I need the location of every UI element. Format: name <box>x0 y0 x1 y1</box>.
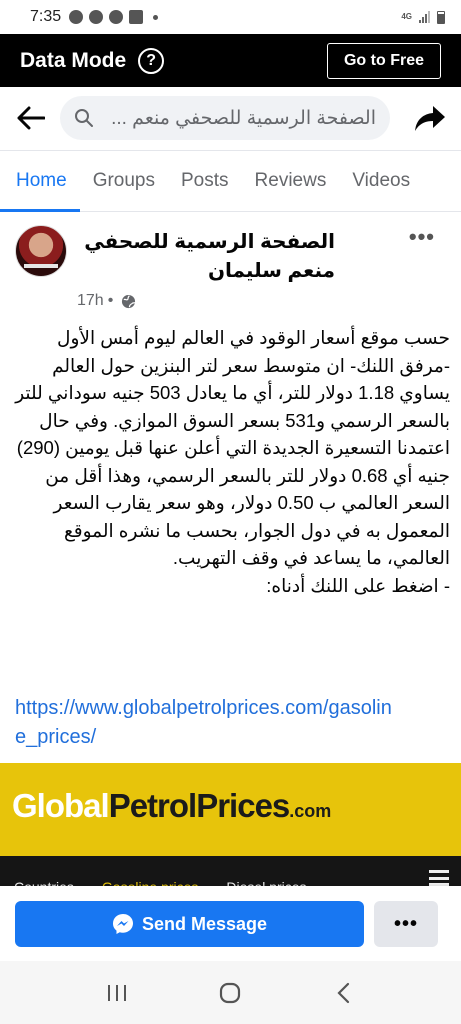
notification-icon <box>69 10 84 24</box>
search-header: الصفحة الرسمية للصحفي منعم ... <box>0 87 461 149</box>
post-author[interactable]: الصفحة الرسمية للصحفي منعم سليمان <box>75 228 335 286</box>
post-cta: - اضغط على اللنك أدناه: <box>266 574 450 596</box>
messenger-icon <box>112 914 133 934</box>
meta-separator: • <box>107 292 114 309</box>
data-mode-bar: Data Mode ? Go to Free <box>0 34 461 87</box>
action-bar: Send Message ••• <box>0 886 461 961</box>
send-message-button[interactable]: Send Message <box>15 901 364 947</box>
status-time: 7:35 <box>30 8 62 25</box>
back-chevron-icon[interactable] <box>324 973 364 1013</box>
avatar[interactable] <box>15 225 67 277</box>
more-actions-button[interactable]: ••• <box>374 901 438 947</box>
hamburger-icon <box>429 870 449 886</box>
post-link[interactable]: https://www.globalpetrolprices.com/gasol… <box>15 694 395 752</box>
preview-logo: GlobalPetrolPrices.com <box>12 787 331 825</box>
app-notification-icon <box>109 10 124 24</box>
recents-icon[interactable] <box>97 973 137 1013</box>
tab-reviews[interactable]: Reviews <box>242 151 340 211</box>
system-nav-bar <box>0 961 461 1024</box>
tab-posts[interactable]: Posts <box>168 151 242 211</box>
page-tabs: Home Groups Posts Reviews Videos <box>0 150 461 212</box>
back-arrow-icon[interactable] <box>14 101 48 135</box>
status-bar: 7:35 4G <box>0 0 461 34</box>
network-type: 4G <box>401 12 412 21</box>
post-time[interactable]: 17h <box>77 292 104 310</box>
post-header: الصفحة الرسمية للصحفي منعم سليمان ••• 17… <box>0 212 461 318</box>
more-notifications-icon <box>153 14 159 20</box>
send-message-label: Send Message <box>141 913 268 934</box>
search-input[interactable]: الصفحة الرسمية للصحفي منعم ... <box>60 96 390 140</box>
post-body: حسب موقع أسعار الوقود في العالم ليوم أمس… <box>14 324 450 599</box>
post-text: حسب موقع أسعار الوقود في العالم ليوم أمس… <box>15 327 450 568</box>
logo-part-global: Global <box>12 787 110 824</box>
go-to-free-button[interactable]: Go to Free <box>326 42 441 79</box>
battery-icon <box>437 10 445 24</box>
signal-icon <box>419 11 430 23</box>
help-icon[interactable]: ? <box>138 47 165 74</box>
post-meta: 17h • <box>77 292 136 310</box>
home-circle-icon[interactable] <box>210 973 250 1013</box>
link-preview[interactable]: GlobalPetrolPrices.com Countries Gasolin… <box>0 763 461 903</box>
messenger-notification-icon <box>89 10 104 24</box>
logo-part-com: .com <box>289 801 332 821</box>
status-system-icons: 4G <box>401 10 445 24</box>
share-icon[interactable] <box>413 101 447 135</box>
tab-groups[interactable]: Groups <box>80 151 168 211</box>
status-notification-icons <box>69 10 159 24</box>
tab-home[interactable]: Home <box>0 151 80 212</box>
post-more-button[interactable]: ••• <box>409 224 435 250</box>
logo-part-petrolprices: PetrolPrices <box>108 787 291 824</box>
post: الصفحة الرسمية للصحفي منعم سليمان ••• 17… <box>0 212 461 748</box>
data-mode-title: Data Mode <box>20 48 127 72</box>
globe-icon <box>122 294 136 308</box>
search-query: الصفحة الرسمية للصحفي منعم ... <box>111 107 376 129</box>
tab-videos[interactable]: Videos <box>339 151 423 211</box>
search-icon <box>75 109 93 127</box>
radio-notification-icon <box>129 10 144 24</box>
